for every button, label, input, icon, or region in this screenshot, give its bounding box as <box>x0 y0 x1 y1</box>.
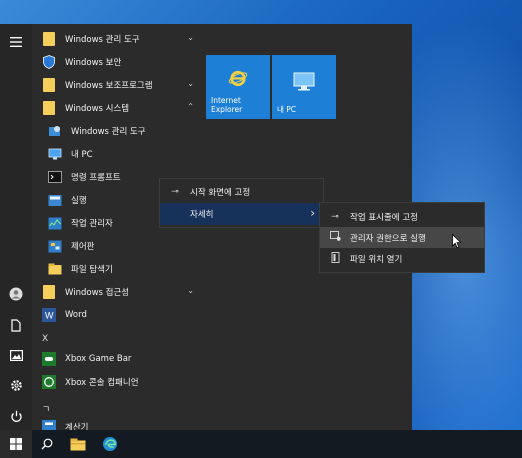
start-rail <box>0 24 32 430</box>
app-label: Windows 관리 도구 <box>71 127 146 137</box>
menu-item-open-file-location[interactable]: 파일 위치 열기 <box>320 248 484 269</box>
app-list-item[interactable]: Windows 관리 도구 <box>32 120 200 142</box>
app-list-item[interactable]: 제어판 <box>32 235 200 257</box>
internet-explorer-icon <box>228 70 248 87</box>
search-icon <box>41 438 53 450</box>
this-pc-icon <box>48 147 62 161</box>
section-letter[interactable]: ㄱ <box>42 402 50 415</box>
settings-gear-icon[interactable] <box>8 377 24 393</box>
chevron-right-icon: › <box>310 206 315 220</box>
app-list-item[interactable]: Windows 보안 <box>32 51 200 73</box>
menu-item-more[interactable]: 자세히 › <box>160 203 323 225</box>
tile-this-pc[interactable]: 내 PC <box>272 55 336 119</box>
taskbar-search-button[interactable] <box>34 430 60 458</box>
app-list-item[interactable]: W Word <box>32 304 200 326</box>
pin-icon: ⊸ <box>331 211 339 222</box>
xbox-game-bar-icon <box>42 352 56 366</box>
svg-text:W: W <box>45 311 54 321</box>
app-list-item[interactable]: 내 PC <box>32 143 200 165</box>
app-label: 계산기 <box>65 423 89 430</box>
menu-item-pin-to-taskbar[interactable]: ⊸ 작업 표시줄에 고정 <box>320 206 484 227</box>
pin-icon: ⊸ <box>171 187 179 197</box>
shield-icon <box>42 55 56 69</box>
tile-label: Internet Explorer <box>211 96 243 114</box>
app-label: 파일 탐색기 <box>71 265 113 275</box>
word-icon: W <box>42 308 56 322</box>
app-label: 작업 관리자 <box>71 219 113 229</box>
taskbar <box>0 430 522 458</box>
edge-browser-icon <box>103 437 117 451</box>
admin-tools-icon <box>48 124 62 138</box>
app-label: 명령 프롬프트 <box>71 173 121 183</box>
app-list-item[interactable]: Windows 관리 도구 ⌄ <box>32 28 200 50</box>
app-label: 제어판 <box>71 242 95 252</box>
app-list-item[interactable]: Windows 보조프로그램 ⌄ <box>32 74 200 96</box>
menu-item-label: 시작 화면에 고정 <box>190 188 251 198</box>
app-label: Word <box>65 310 87 320</box>
app-label: Windows 보안 <box>65 58 122 68</box>
tile-internet-explorer[interactable]: Internet Explorer <box>206 55 270 119</box>
context-menu: ⊸ 시작 화면에 고정 자세히 › <box>159 178 324 228</box>
chevron-down-icon: ⌄ <box>187 79 194 88</box>
user-avatar-icon[interactable] <box>8 286 24 302</box>
windows-logo-icon <box>10 438 22 450</box>
file-explorer-icon <box>48 262 62 276</box>
chevron-down-icon: ⌄ <box>187 286 194 295</box>
taskbar-edge[interactable] <box>96 430 124 458</box>
app-list-item[interactable]: 계산기 <box>32 416 200 430</box>
open-file-location-icon <box>329 251 341 266</box>
pictures-icon[interactable] <box>8 347 24 363</box>
section-letter[interactable]: X <box>42 334 48 344</box>
app-label: Windows 시스템 <box>65 104 130 114</box>
app-label: Windows 보조프로그램 <box>65 81 153 91</box>
run-icon <box>48 193 62 207</box>
power-icon[interactable] <box>8 408 24 424</box>
app-list-item[interactable]: Windows 시스템 ⌃ <box>32 97 200 119</box>
tile-label: 내 PC <box>277 105 297 114</box>
chevron-down-icon: ⌄ <box>187 33 194 42</box>
menu-item-label: 자세히 <box>190 210 214 220</box>
menu-item-pin-to-start[interactable]: ⊸ 시작 화면에 고정 <box>160 181 323 203</box>
app-list-item[interactable]: Windows 접근성 ⌄ <box>32 281 200 303</box>
hamburger-menu-icon[interactable] <box>8 34 24 50</box>
menu-item-label: 작업 표시줄에 고정 <box>350 212 418 223</box>
app-list-item[interactable]: Xbox Game Bar <box>32 348 200 370</box>
documents-icon[interactable] <box>8 317 24 333</box>
calculator-icon <box>42 420 56 430</box>
app-list-item[interactable]: 파일 탐색기 <box>32 258 200 280</box>
control-panel-icon <box>48 239 62 253</box>
this-pc-icon <box>293 72 315 91</box>
mouse-cursor-icon <box>452 234 462 249</box>
xbox-console-companion-icon <box>42 375 56 389</box>
app-label: Windows 접근성 <box>65 288 130 298</box>
command-prompt-icon <box>48 170 62 184</box>
app-label: Windows 관리 도구 <box>65 35 140 45</box>
chevron-up-icon: ⌃ <box>187 102 194 111</box>
app-label: 내 PC <box>71 150 93 160</box>
folder-icon <box>42 32 56 46</box>
menu-item-label: 파일 위치 열기 <box>350 254 403 265</box>
menu-item-label: 관리자 권한으로 실행 <box>350 233 426 244</box>
folder-icon <box>42 78 56 92</box>
app-label: Xbox 콘솔 컴패니언 <box>65 378 139 388</box>
app-list-item[interactable]: Xbox 콘솔 컴패니언 <box>32 371 200 393</box>
app-label: Xbox Game Bar <box>65 354 132 364</box>
file-explorer-icon <box>70 438 86 450</box>
folder-icon <box>42 101 56 115</box>
taskbar-file-explorer[interactable] <box>64 430 92 458</box>
folder-icon <box>42 285 56 299</box>
task-manager-icon <box>48 216 62 230</box>
app-label: 실행 <box>71 196 87 206</box>
admin-run-icon <box>329 231 341 244</box>
start-button[interactable] <box>0 430 32 458</box>
